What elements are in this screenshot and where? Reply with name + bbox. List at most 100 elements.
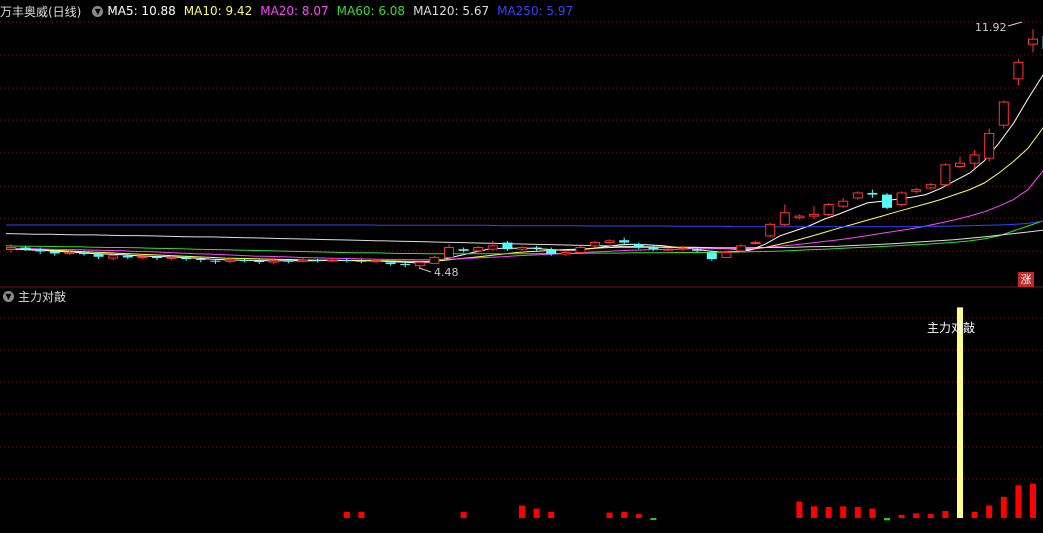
candle-body [517,247,527,250]
candle-body [93,254,104,257]
candles [6,21,1043,273]
indicator-bar [343,511,350,518]
candle-body [1013,61,1024,80]
candle-body [268,260,279,263]
indicator-bar [460,511,467,518]
ma120-line [5,229,1043,249]
candle-body [20,247,31,250]
candle-body [487,245,498,250]
candle-body [882,194,892,208]
candle-body [765,223,776,237]
candle-body [64,251,75,254]
indicator-bar [519,505,525,518]
candle-body [473,247,484,252]
indicator-bar [650,518,657,520]
rise-badge[interactable]: 涨 [1018,272,1034,287]
ma10-line [5,126,1043,262]
candle-body [823,204,834,215]
candle-body [531,247,542,249]
indicator-bar [635,514,642,518]
candle-body [575,247,586,253]
candle-body [152,256,162,259]
candle-body [852,192,863,199]
indicator-bar [533,508,540,518]
candle-body [385,262,396,265]
indicator-bar [971,511,978,518]
indicator-bar [606,512,613,518]
indicator-bar [898,514,905,518]
candle-body [239,260,250,262]
candlestick-chart[interactable]: 11.92 4.48 主力对敲 [0,0,1043,533]
candle-body [166,256,177,259]
candle-body [692,249,703,251]
indicator-bar [796,501,803,518]
high-price-label: 11.92 [975,21,1007,34]
candle-body [79,252,89,255]
candle-body [502,242,513,250]
moving-averages [5,74,1043,264]
candle-body [458,249,469,251]
candle-body [867,192,878,195]
candle-body [663,248,673,251]
candle-body [371,260,381,263]
candle-body [677,247,688,250]
candle-body [560,251,571,255]
candle-body [1028,38,1038,45]
candle-body [998,101,1009,126]
candle-body [444,247,454,258]
candle-body [809,213,819,217]
candle-body [181,257,192,260]
candle-body [35,249,46,252]
indicator-bar [358,511,365,518]
candle-body [298,259,308,262]
indicator-bar [927,514,934,518]
candle-body [955,162,965,167]
candle-body [122,255,133,258]
indicator-bar [1000,496,1007,518]
indicator-bar [986,505,993,518]
candle-body [108,255,119,259]
ma250-line [6,220,1043,228]
indicator-bar [884,518,890,521]
candle-body [706,252,717,260]
candle-body [429,256,440,264]
indicator-bar [913,513,920,518]
indicator-bar [825,507,832,518]
candle-body [6,247,16,250]
candle-body [911,189,922,192]
candle-body [546,249,557,255]
candle-body [604,240,615,244]
candle-body [414,261,425,267]
candle-body [794,215,805,219]
candle-body [356,260,367,262]
candle-body [137,256,148,259]
candle-body [779,212,790,225]
indicator-bar [942,510,949,518]
high-marker [1007,21,1023,27]
candle-body [590,242,600,247]
candle-body [648,246,659,250]
candle-body [750,242,761,245]
low-marker [418,267,432,273]
candle-body [195,259,206,261]
ma5-line [5,74,1043,264]
indicator-bar [854,507,861,518]
indicator-bar [1015,485,1022,518]
candle-body [225,259,235,262]
candle-body [341,260,352,262]
candle-body [619,240,630,243]
indicator-bar [1030,483,1036,518]
candle-body [896,192,907,206]
candle-body [400,264,411,266]
indicator-peak-label: 主力对敲 [927,320,975,335]
candle-body [254,260,265,263]
indicator-bar [548,511,555,518]
candle-body [312,260,323,262]
candle-body [327,259,338,262]
candle-body [721,251,732,258]
candle-body [736,245,746,252]
candle-body [969,154,980,164]
candle-body [940,164,951,186]
candle-body [838,200,849,207]
indicator-bar [869,508,876,518]
